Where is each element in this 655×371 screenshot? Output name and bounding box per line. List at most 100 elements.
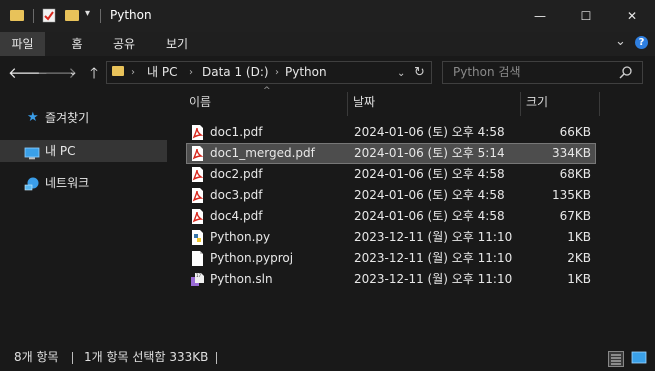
nav-item-network[interactable]: 네트워크 xyxy=(0,172,167,194)
details-view-icon[interactable] xyxy=(608,351,624,367)
file-date: 2023-12-11 (월) 오후 11:10 xyxy=(354,272,513,286)
file-name: doc4.pdf xyxy=(210,209,263,223)
file-row[interactable]: doc1.pdf 2024-01-06 (토) 오후 4:58 66KB xyxy=(186,122,596,143)
sort-ascending-icon: ^ xyxy=(263,86,271,96)
pdf-icon xyxy=(191,209,204,224)
nav-item-label: 즐겨찾기 xyxy=(45,111,90,125)
column-divider[interactable] xyxy=(520,92,521,116)
ribbon-tabs: 파일 홈 공유 보기 ⌄ ? xyxy=(0,32,655,56)
file-size: 135KB xyxy=(551,188,591,202)
nav-item-label: 네트워크 xyxy=(45,176,90,190)
file-name: doc2.pdf xyxy=(210,167,263,181)
pdf-icon xyxy=(191,188,204,203)
back-button[interactable]: 🡐 xyxy=(8,62,48,84)
file-date: 2024-01-06 (토) 오후 4:58 xyxy=(354,125,505,139)
file-row[interactable]: doc1_merged.pdf 2024-01-06 (토) 오후 5:14 334… xyxy=(186,143,596,164)
collapse-ribbon-icon[interactable]: ⌄ xyxy=(615,34,626,49)
navigation-pane: ★ 즐겨찾기 내 PC 네트워크 xyxy=(0,92,172,342)
forward-button[interactable]: 🡒 xyxy=(37,62,77,84)
breadcrumb-drive[interactable]: Data 1 (D:) xyxy=(202,62,269,83)
svg-text:17: 17 xyxy=(196,273,202,278)
quick-access-dropdown-icon[interactable]: ▾ xyxy=(85,8,90,19)
search-box[interactable]: Python 검색 xyxy=(442,61,643,84)
title-bar: ▾ Python — ☐ ✕ xyxy=(0,0,655,32)
file-row[interactable]: doc2.pdf 2024-01-06 (토) 오후 4:58 68KB xyxy=(186,164,596,185)
breadcrumb-separator[interactable]: › xyxy=(189,62,193,83)
breadcrumb-separator[interactable]: › xyxy=(131,62,135,83)
file-date: 2023-12-11 (월) 오후 11:10 xyxy=(354,230,513,244)
file-size: 2KB xyxy=(567,251,591,265)
file-name: doc1_merged.pdf xyxy=(210,146,315,160)
file-size: 1KB xyxy=(567,272,591,286)
pdf-icon xyxy=(191,146,204,161)
separator xyxy=(216,352,217,364)
star-icon: ★ xyxy=(27,110,39,125)
column-divider[interactable] xyxy=(599,92,600,116)
tab-home[interactable]: 홈 xyxy=(60,32,94,56)
item-count: 8개 항목 xyxy=(14,350,59,364)
large-icons-view-icon[interactable] xyxy=(631,351,647,365)
column-header-date[interactable]: 날짜 xyxy=(353,92,375,116)
refresh-icon[interactable]: ↻ xyxy=(414,62,425,83)
help-icon[interactable]: ? xyxy=(635,36,648,49)
maximize-button[interactable]: ☐ xyxy=(563,0,609,32)
close-button[interactable]: ✕ xyxy=(609,0,655,32)
file-date: 2024-01-06 (토) 오후 4:58 xyxy=(354,209,505,223)
minimize-button[interactable]: — xyxy=(517,0,563,32)
breadcrumb-separator[interactable]: › xyxy=(275,62,279,83)
folder-icon xyxy=(112,66,124,76)
file-date: 2024-01-06 (토) 오후 5:14 xyxy=(354,146,505,160)
tab-view[interactable]: 보기 xyxy=(158,32,196,56)
nav-item-this-pc[interactable]: 내 PC xyxy=(0,140,167,162)
breadcrumb-python[interactable]: Python xyxy=(285,62,327,83)
column-header-size[interactable]: 크기 xyxy=(526,92,548,116)
file-row[interactable]: Python.pyproj 2023-12-11 (월) 오후 11:10 2KB xyxy=(186,248,596,269)
nav-item-label: 내 PC xyxy=(45,144,76,158)
selection-info: 1개 항목 선택함 333KB xyxy=(84,350,209,364)
status-bar: 8개 항목 1개 항목 선택함 333KB xyxy=(0,344,655,371)
file-name: Python.pyproj xyxy=(210,251,294,265)
file-name: doc3.pdf xyxy=(210,188,263,202)
file-size: 68KB xyxy=(559,167,591,181)
file-size: 66KB xyxy=(559,125,591,139)
file-size: 67KB xyxy=(559,209,591,223)
file-date: 2023-12-11 (월) 오후 11:10 xyxy=(354,251,513,265)
file-size: 334KB xyxy=(551,146,591,160)
tab-file[interactable]: 파일 xyxy=(0,32,45,56)
properties-icon[interactable] xyxy=(42,8,56,23)
file-row[interactable]: doc4.pdf 2024-01-06 (토) 오후 4:58 67KB xyxy=(186,206,596,227)
file-name: doc1.pdf xyxy=(210,125,263,139)
pc-icon xyxy=(24,145,40,160)
file-name: Python.sln xyxy=(210,272,273,286)
address-history-dropdown-icon[interactable]: ⌄ xyxy=(397,63,405,84)
file-date: 2024-01-06 (토) 오후 4:58 xyxy=(354,167,505,181)
solution-file-icon: 17 xyxy=(191,272,204,287)
separator xyxy=(72,352,73,364)
nav-item-quick-access[interactable]: ★ 즐겨찾기 xyxy=(0,107,167,129)
separator xyxy=(100,9,101,23)
folder-icon xyxy=(10,10,24,21)
breadcrumb-this-pc[interactable]: 내 PC xyxy=(147,62,177,83)
recent-locations-dropdown-icon[interactable]: ⌄ xyxy=(62,62,84,84)
new-folder-icon[interactable] xyxy=(65,10,79,21)
file-row[interactable]: Python.py 2023-12-11 (월) 오후 11:10 1KB xyxy=(186,227,596,248)
file-row[interactable]: 17 Python.sln 2023-12-11 (월) 오후 11:10 1KB xyxy=(186,269,596,290)
blank-file-icon xyxy=(191,251,204,266)
pdf-icon xyxy=(191,167,204,182)
separator xyxy=(33,9,34,23)
python-file-icon xyxy=(191,230,204,245)
up-button[interactable]: 🡑 xyxy=(83,62,105,84)
search-icon[interactable] xyxy=(619,65,633,79)
search-placeholder: Python 검색 xyxy=(453,65,521,79)
pdf-icon xyxy=(191,125,204,140)
tab-share[interactable]: 공유 xyxy=(106,32,142,56)
file-name: Python.py xyxy=(210,230,271,244)
file-size: 1KB xyxy=(567,230,591,244)
window-title: Python xyxy=(110,8,152,22)
column-header-name[interactable]: 이름 xyxy=(189,92,211,116)
column-divider[interactable] xyxy=(347,92,348,116)
file-row[interactable]: doc3.pdf 2024-01-06 (토) 오후 4:58 135KB xyxy=(186,185,596,206)
address-bar[interactable]: › 내 PC › Data 1 (D:) › Python ⌄ ↻ xyxy=(106,61,432,84)
network-icon xyxy=(24,176,40,191)
file-date: 2024-01-06 (토) 오후 4:58 xyxy=(354,188,505,202)
